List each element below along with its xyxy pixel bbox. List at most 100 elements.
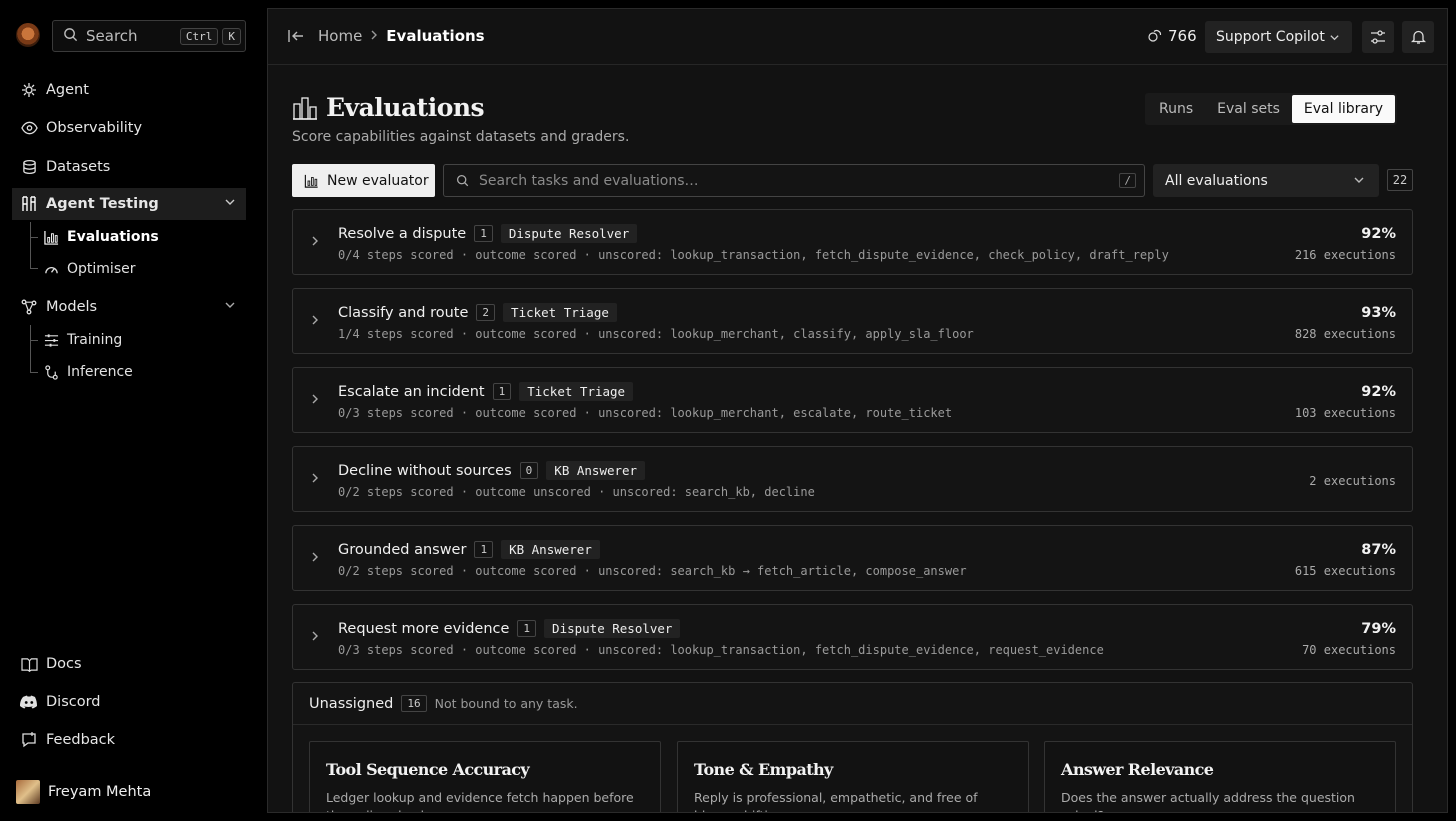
- nav-agent-testing[interactable]: Agent Testing: [12, 188, 246, 220]
- nav-optimiser[interactable]: Optimiser: [44, 257, 135, 281]
- chevron-right-icon[interactable]: [311, 630, 319, 646]
- nav-label: Inference: [67, 364, 133, 380]
- task-meta: 0/3 steps scored · outcome scored · unsc…: [338, 406, 953, 420]
- task-meta: 0/2 steps scored · outcome unscored · un…: [338, 485, 815, 499]
- chevron-down-icon[interactable]: [224, 299, 236, 315]
- evaluator-card[interactable]: Tone & Empathy Reply is professional, em…: [677, 741, 1029, 812]
- nav-docs[interactable]: Docs: [12, 648, 246, 680]
- evaluation-filter-select[interactable]: All evaluations: [1153, 164, 1379, 197]
- nav-label: Docs: [46, 656, 82, 672]
- collapse-sidebar-icon[interactable]: [288, 29, 304, 43]
- tab-eval-sets[interactable]: Eval sets: [1205, 95, 1292, 123]
- chevron-down-icon[interactable]: [224, 196, 236, 212]
- nav-inference[interactable]: Inference: [44, 360, 133, 384]
- tab-eval-library[interactable]: Eval library: [1291, 95, 1395, 123]
- agent-tag: Ticket Triage: [519, 382, 634, 401]
- task-score: 79%: [1361, 621, 1396, 637]
- agent-tag: Dispute Resolver: [544, 619, 681, 638]
- unassigned-section: Unassigned 16 Not bound to any task. Too…: [292, 682, 1413, 812]
- main-panel: Home Evaluations 766 Support Copilot Eva…: [267, 8, 1448, 813]
- task-meta: 0/3 steps scored · outcome scored · unsc…: [338, 643, 1104, 657]
- nav-label: Observability: [46, 120, 143, 136]
- breadcrumb-home[interactable]: Home: [318, 27, 362, 45]
- unassigned-title: Unassigned: [309, 695, 394, 712]
- task-card[interactable]: Classify and route 2 Ticket Triage 1/4 s…: [292, 288, 1413, 354]
- agent-tag: KB Answerer: [501, 540, 600, 559]
- task-name: Classify and route: [338, 304, 469, 321]
- database-icon: [20, 158, 38, 176]
- evaluator-description: Does the answer actually address the que…: [1061, 790, 1355, 812]
- search-input[interactable]: [479, 172, 1079, 189]
- task-card[interactable]: Request more evidence 1 Dispute Resolver…: [292, 604, 1413, 670]
- task-meta: 0/4 steps scored · outcome scored · unsc…: [338, 248, 1169, 262]
- chevron-right-icon[interactable]: [311, 472, 319, 488]
- filter-label: All evaluations: [1165, 172, 1268, 189]
- nav-datasets[interactable]: Datasets: [12, 151, 246, 183]
- evaluator-count: 0: [519, 462, 539, 479]
- nav-feedback[interactable]: Feedback: [12, 724, 246, 756]
- evaluation-search: /: [443, 164, 1145, 197]
- chevron-right-icon[interactable]: [311, 314, 319, 330]
- search-icon: [456, 174, 469, 187]
- settings-button[interactable]: [1362, 21, 1394, 53]
- app-window: Search Ctrl K Agent Observability Datase…: [0, 0, 1456, 821]
- tab-runs[interactable]: Runs: [1147, 95, 1205, 123]
- eye-icon: [20, 119, 38, 137]
- nav-models[interactable]: Models: [12, 291, 246, 323]
- task-card[interactable]: Decline without sources 0 KB Answerer 0/…: [292, 446, 1413, 512]
- notifications-button[interactable]: [1402, 21, 1434, 53]
- task-name: Escalate an incident: [338, 383, 485, 400]
- task-card[interactable]: Resolve a dispute 1 Dispute Resolver 0/4…: [292, 209, 1413, 275]
- task-meta: 0/2 steps scored · outcome scored · unsc…: [338, 564, 967, 578]
- chevron-right-icon[interactable]: [311, 393, 319, 409]
- nav-label: Evaluations: [67, 229, 159, 245]
- evaluator-card[interactable]: Tool Sequence Accuracy Ledger lookup and…: [309, 741, 661, 812]
- breadcrumb: Home Evaluations: [288, 27, 485, 45]
- bell-icon: [1410, 29, 1426, 45]
- gauge-icon: [44, 261, 60, 277]
- task-executions: 70 executions: [1302, 643, 1396, 657]
- token-count: 766: [1168, 27, 1197, 45]
- unassigned-header: Unassigned 16 Not bound to any task.: [293, 683, 1412, 725]
- search-shortcut: /: [1119, 173, 1136, 188]
- evaluator-card[interactable]: Answer Relevance Does the answer actuall…: [1044, 741, 1396, 812]
- nav-training[interactable]: Training: [44, 328, 122, 352]
- chevron-right-icon[interactable]: [311, 551, 319, 567]
- agent-tag: Dispute Resolver: [500, 224, 638, 243]
- task-name: Request more evidence: [338, 620, 510, 637]
- nav-label: Models: [46, 299, 98, 315]
- evaluations-icon: [292, 96, 318, 120]
- new-evaluator-button[interactable]: New evaluator: [292, 164, 435, 197]
- agent-tag: Ticket Triage: [503, 303, 617, 322]
- task-card[interactable]: Escalate an incident 1 Ticket Triage 0/3…: [292, 367, 1413, 433]
- user-profile[interactable]: Freyam Mehta: [16, 780, 151, 804]
- agent-icon: [20, 81, 38, 99]
- brand-logo[interactable]: [16, 23, 40, 47]
- nav-discord[interactable]: Discord: [12, 686, 246, 718]
- unassigned-count: 16: [401, 695, 427, 712]
- nav-evaluations[interactable]: Evaluations: [44, 225, 159, 249]
- chevron-right-icon[interactable]: [311, 235, 319, 251]
- agent-selector[interactable]: Support Copilot: [1205, 21, 1352, 53]
- nav-label: Discord: [46, 694, 101, 710]
- task-executions: 216 executions: [1294, 248, 1396, 262]
- nav-label: Training: [67, 332, 123, 348]
- evaluator-count: 1: [517, 620, 537, 637]
- search-label: Search: [86, 27, 138, 45]
- evaluator-title: Tool Sequence Accuracy: [326, 760, 530, 779]
- tree-connector: [30, 268, 38, 269]
- token-balance[interactable]: 766: [1148, 27, 1197, 45]
- global-search[interactable]: Search Ctrl K: [52, 20, 246, 52]
- evaluator-count: 2: [476, 304, 496, 321]
- task-card[interactable]: Grounded answer 1 KB Answerer 0/2 steps …: [292, 525, 1413, 591]
- sidebar: Search Ctrl K Agent Observability Datase…: [0, 0, 258, 821]
- task-executions: 828 executions: [1294, 327, 1396, 341]
- task-score: 92%: [1361, 226, 1396, 242]
- task-executions: 2 executions: [1309, 474, 1396, 488]
- tree-connector: [30, 237, 38, 238]
- shortcut-ctrl: Ctrl: [179, 27, 219, 45]
- nav-observability[interactable]: Observability: [12, 112, 246, 144]
- agent-selector-label: Support Copilot: [1216, 29, 1325, 45]
- task-executions: 103 executions: [1294, 406, 1396, 420]
- nav-agent[interactable]: Agent: [12, 74, 246, 106]
